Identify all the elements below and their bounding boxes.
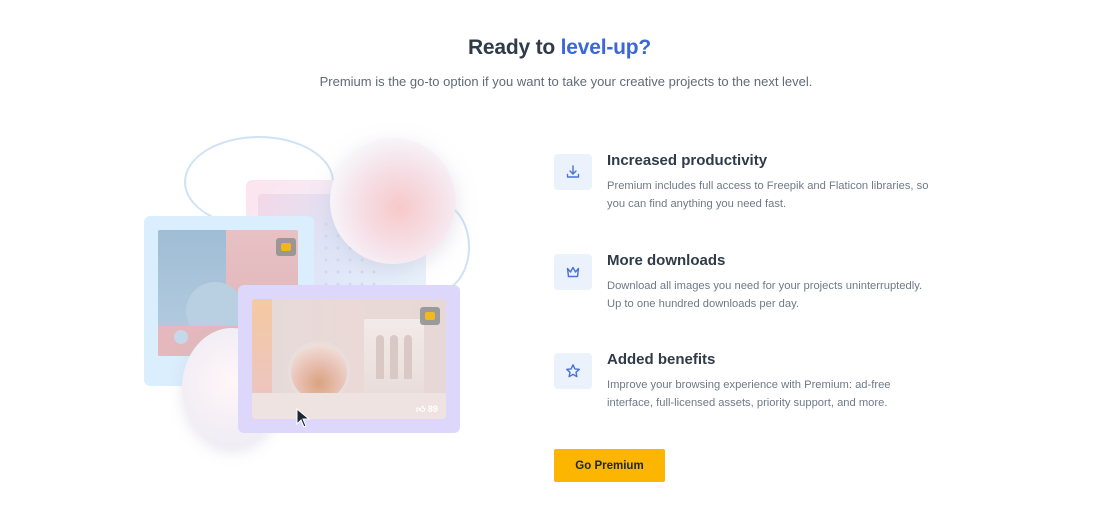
feature-title: Added benefits — [607, 351, 716, 368]
mouse-pointer-icon — [296, 408, 311, 428]
thumbs-up-icon: 👍︎ — [416, 404, 426, 414]
go-premium-button[interactable]: Go Premium — [554, 449, 665, 482]
decorative-orb — [330, 138, 456, 264]
feature-description: Download all images you need for your pr… — [607, 280, 923, 310]
premium-crown-badge — [276, 238, 296, 256]
likes-counter: 👍︎ 89 — [416, 404, 438, 415]
premium-illustration: 👍︎ 89 — [140, 132, 480, 452]
page-subtitle: Premium is the go-to option if you want … — [319, 74, 813, 89]
title-lead: Ready to — [467, 36, 556, 59]
star-icon — [554, 353, 592, 389]
feature-title: Increased productivity — [607, 152, 768, 169]
crown-icon — [554, 254, 592, 290]
feature-description: Premium includes full access to Freepik … — [607, 180, 929, 210]
download-icon — [554, 154, 592, 190]
likes-count: 89 — [427, 404, 438, 414]
feature-title: More downloads — [607, 252, 726, 269]
page-title: Ready to level-up? — [0, 36, 1119, 60]
title-accent: level-up? — [560, 36, 652, 59]
premium-crown-badge — [420, 307, 440, 325]
feature-description: Improve your browsing experience with Pr… — [607, 379, 891, 409]
